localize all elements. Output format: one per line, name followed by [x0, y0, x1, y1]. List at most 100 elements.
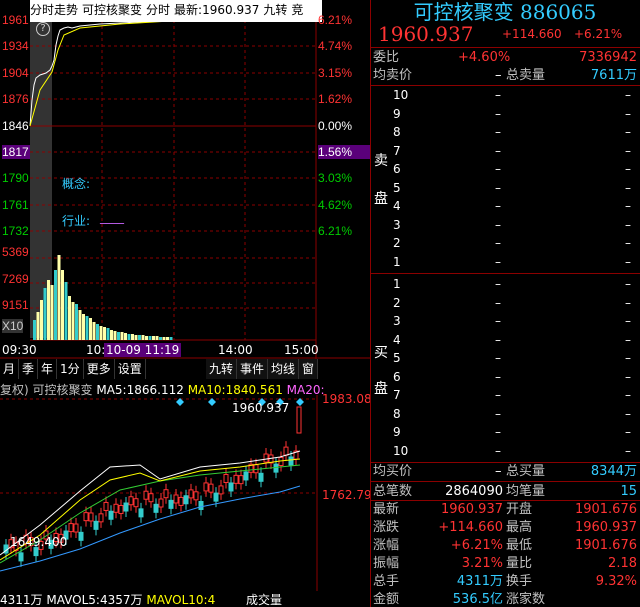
- candle-body: [148, 493, 154, 503]
- help-icon[interactable]: ?: [36, 22, 50, 36]
- candle-body: [213, 492, 219, 502]
- candle-body: [258, 472, 264, 482]
- latest-value: 1960.937: [202, 3, 260, 17]
- buy-price: –: [495, 314, 501, 328]
- candle-body: [193, 491, 199, 501]
- kline-axis-high: 1983.081: [322, 392, 370, 406]
- buy-price: –: [495, 425, 501, 439]
- sell-volume: –: [625, 180, 631, 195]
- industry-value[interactable]: ____: [100, 210, 124, 224]
- intraday-chart[interactable]: [0, 0, 370, 360]
- industry-label: 行业:: [62, 214, 91, 228]
- avg-trade-value: 15: [620, 484, 637, 499]
- stat-row: 涨跌 +114.660 最高 1960.937: [370, 518, 640, 537]
- volume-bar: [155, 336, 159, 340]
- tool-tabs: 九转 事件 均线 窗: [206, 359, 319, 379]
- tab-settings[interactable]: 设置: [115, 359, 146, 379]
- volume-bar: [134, 335, 138, 340]
- current-price: 1960.937: [378, 22, 474, 46]
- stat-key: 最低: [506, 538, 533, 553]
- buy-price: –: [495, 443, 501, 458]
- buy-level: 1: [393, 277, 401, 291]
- volume-label: 9151: [2, 298, 29, 312]
- candle-body: [158, 498, 164, 508]
- jiuzhuan-button[interactable]: 九转: [263, 3, 287, 17]
- buy-price: –: [495, 351, 501, 365]
- weibi-diff: 7336942: [579, 50, 637, 65]
- candle-body: [238, 475, 244, 485]
- volume-bar: [169, 337, 173, 340]
- candle-body: [83, 512, 89, 522]
- kline-chart[interactable]: [0, 395, 370, 591]
- tab-events[interactable]: 事件: [237, 359, 269, 379]
- total-sell-label: 总卖量: [506, 68, 546, 83]
- weibi-label: 委比: [373, 50, 400, 65]
- volume-bar: [159, 337, 162, 340]
- tab-year[interactable]: 年: [38, 359, 58, 379]
- mode-label[interactable]: 分时: [146, 3, 170, 17]
- candle-body: [18, 552, 24, 562]
- buy-level-row: 5 – –: [370, 351, 640, 369]
- stat-value: 1960.937: [440, 502, 503, 517]
- sell-volume: –: [625, 254, 631, 269]
- volume-label: 5369: [2, 245, 29, 259]
- tab-more[interactable]: 更多: [84, 359, 115, 379]
- sell-price: –: [495, 143, 501, 158]
- buy-level: 2: [393, 295, 401, 310]
- buy-price: –: [495, 406, 501, 421]
- candle-body: [228, 482, 234, 492]
- tab-window[interactable]: 窗: [299, 359, 319, 379]
- candle-body: [133, 498, 139, 508]
- intraday-title[interactable]: 分时走势: [30, 3, 78, 17]
- volume-bar: [57, 255, 61, 340]
- volume-bar: [89, 318, 92, 340]
- cursor-time-label: 10-09 11:19: [104, 343, 182, 357]
- tab-quarter[interactable]: 季: [19, 359, 39, 379]
- candle-body: [168, 499, 174, 509]
- stat-value: 536.5亿: [452, 592, 503, 607]
- volume-bar: [43, 288, 47, 340]
- buy-price: –: [495, 277, 501, 291]
- candle-body: [208, 483, 214, 493]
- candle-body: [203, 482, 209, 492]
- volume-bar: [61, 270, 64, 340]
- avg-buy-label: 均买价: [373, 464, 413, 479]
- stat-row: 金额 536.5亿 涨家数: [370, 590, 640, 607]
- volume-bar: [64, 282, 68, 340]
- tab-jiuzhuan[interactable]: 九转: [206, 359, 238, 379]
- volume-bar: [71, 302, 75, 340]
- candle-body: [188, 489, 194, 499]
- tab-ma-lines[interactable]: 均线: [268, 359, 300, 379]
- volume-bar: [106, 328, 110, 340]
- stat-key: 涨幅: [373, 538, 400, 553]
- stat-row: 振幅 3.21% 量比 2.18: [370, 554, 640, 573]
- pct-label: 3.15%: [318, 66, 353, 80]
- sell-level-row: 4 – –: [370, 199, 640, 217]
- volume-bar: [131, 334, 134, 340]
- sell-volume: –: [625, 236, 631, 250]
- sell-level: 10: [393, 88, 409, 102]
- pct-label: 4.74%: [318, 39, 353, 53]
- volume-tab[interactable]: 成交量: [246, 591, 282, 607]
- candle-body: [153, 503, 159, 513]
- candle-body: [223, 474, 229, 484]
- buy-level-row: 6 – –: [370, 370, 640, 388]
- volume-bar: [138, 335, 141, 340]
- candle-body: [198, 500, 204, 510]
- candle-body: [243, 471, 249, 481]
- buy-level: 10: [393, 443, 409, 458]
- sell-price: –: [495, 254, 501, 269]
- sell-price: –: [495, 162, 501, 176]
- sell-price: –: [495, 106, 501, 121]
- stat-value: 3.21%: [461, 556, 503, 571]
- sell-level: 8: [393, 125, 401, 139]
- volume-bar: [75, 304, 78, 340]
- kline-high-marker: 1960.937: [232, 401, 290, 415]
- tab-month[interactable]: 月: [0, 359, 20, 379]
- volume-bar: [96, 324, 99, 340]
- buy-level: 8: [393, 406, 401, 421]
- jing-button[interactable]: 竞: [291, 3, 303, 17]
- sell-volume: –: [625, 125, 631, 139]
- price-label: 1961: [2, 13, 29, 27]
- tab-1min[interactable]: 1分: [57, 359, 84, 379]
